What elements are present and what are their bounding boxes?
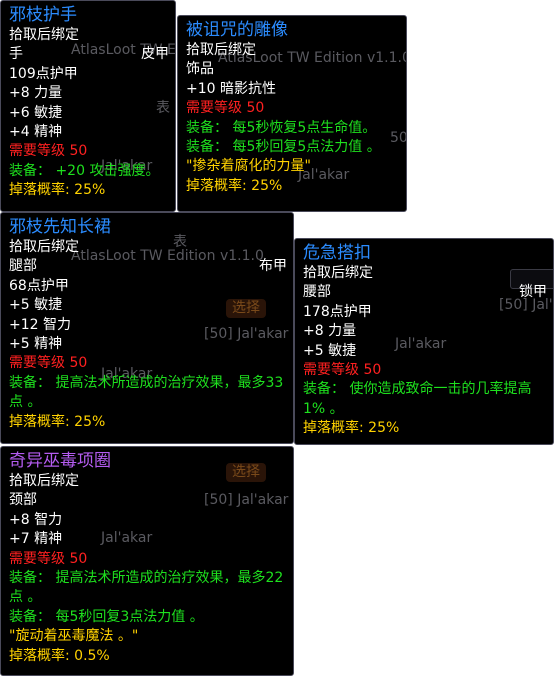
drop-chance: 掉落概率: 25% [9, 413, 106, 430]
item-tooltip-4: [50] Jal'akar Jal'akar 危急搭扣 拾取后绑定 腰部 锁甲 … [294, 238, 554, 445]
level-requirement: 需要等级 50 [9, 550, 88, 567]
item-name: 邪枝先知长裙 [9, 217, 111, 237]
slot-line: 腰部 锁甲 [303, 283, 547, 302]
stat-text: +12 智力 [9, 316, 71, 333]
equip-effect: 装备： 每5秒恢复5点生命值。 [186, 119, 377, 136]
stat-text: +8 力量 [303, 323, 357, 340]
bind-text: 拾取后绑定 [9, 473, 79, 489]
bind-text: 拾取后绑定 [9, 239, 79, 255]
armor-text: 109点护甲 [9, 65, 78, 82]
bind-text: 拾取后绑定 [303, 265, 373, 281]
item-tooltip-5: 选择 [50] Jal'akar Jal'akar 奇异巫毒项圈 拾取后绑定 颈… [0, 446, 294, 676]
stat-text: +8 力量 [9, 85, 63, 102]
slot-text: 腿部 [9, 258, 37, 275]
slot-text: 饰品 [186, 61, 214, 78]
item-name: 危急搭扣 [303, 243, 371, 263]
flavor-text: "旋动着巫毒魔法 。" [9, 628, 139, 645]
stat-text: +7 精神 [9, 531, 63, 548]
stat-text: +5 敏捷 [9, 297, 63, 314]
stat-text: +5 精神 [9, 336, 63, 353]
drop-chance: 掉落概率: 25% [186, 177, 283, 194]
armor-type-text: 锁甲 [519, 284, 547, 301]
stat-text: +4 精神 [9, 124, 63, 141]
stat-text: +6 敏捷 [9, 104, 63, 121]
drop-chance: 掉落概率: 0.5% [9, 647, 110, 664]
level-requirement: 需要等级 50 [9, 143, 88, 160]
bind-text: 拾取后绑定 [186, 42, 256, 58]
drop-chance: 掉落概率: 25% [9, 182, 106, 199]
bind-text: 拾取后绑定 [9, 27, 79, 43]
level-requirement: 需要等级 50 [303, 362, 382, 379]
equip-effect: 装备： +20 攻击强度。 [9, 162, 160, 179]
equip-effect: 装备： 提高法术所造成的治疗效果，最多22点 。 [9, 570, 284, 606]
armor-type-text: 布甲 [259, 258, 287, 275]
level-requirement: 需要等级 50 [186, 100, 265, 117]
equip-effect: 装备： 每5秒回复3点法力值 。 [9, 608, 204, 625]
item-name: 被诅咒的雕像 [186, 20, 288, 40]
equip-effect: 装备： 每5秒回复5点法力值 。 [186, 139, 381, 156]
item-tooltip-1: AtlasLoot TW Edition v1.1.0 表 Jal'akar 邪… [0, 0, 176, 212]
armor-text: 68点护甲 [9, 277, 69, 294]
item-tooltip-3: AtlasLoot TW Edition v1.1.0 选择 [50] Jal'… [0, 212, 294, 444]
slot-line: 腿部 布甲 [9, 257, 287, 276]
item-name: 奇异巫毒项圈 [9, 451, 111, 471]
slot-text: 手 [9, 46, 23, 63]
armor-text: 178点护甲 [303, 303, 372, 320]
equip-effect: 装备： 使你造成致命一击的几率提高1% 。 [303, 381, 532, 417]
item-tooltip-2: AtlasLoot TW Edition v1.1.0 Jal'akar 50 … [177, 15, 407, 212]
flavor-text: "掺杂着腐化的力量" [186, 158, 311, 175]
armor-type-text: 皮甲 [141, 46, 169, 63]
item-name: 邪枝护手 [9, 5, 77, 25]
stat-text: +10 暗影抗性 [186, 80, 276, 97]
slot-line: 手 皮甲 [9, 45, 169, 64]
equip-effect: 装备： 提高法术所造成的治疗效果，最多33点 。 [9, 374, 284, 411]
level-requirement: 需要等级 50 [9, 355, 88, 372]
slot-text: 颈部 [9, 492, 37, 509]
slot-text: 腰部 [303, 284, 331, 301]
drop-chance: 掉落概率: 25% [303, 420, 400, 437]
stat-text: +8 智力 [9, 511, 63, 528]
stat-text: +5 敏捷 [303, 342, 357, 359]
